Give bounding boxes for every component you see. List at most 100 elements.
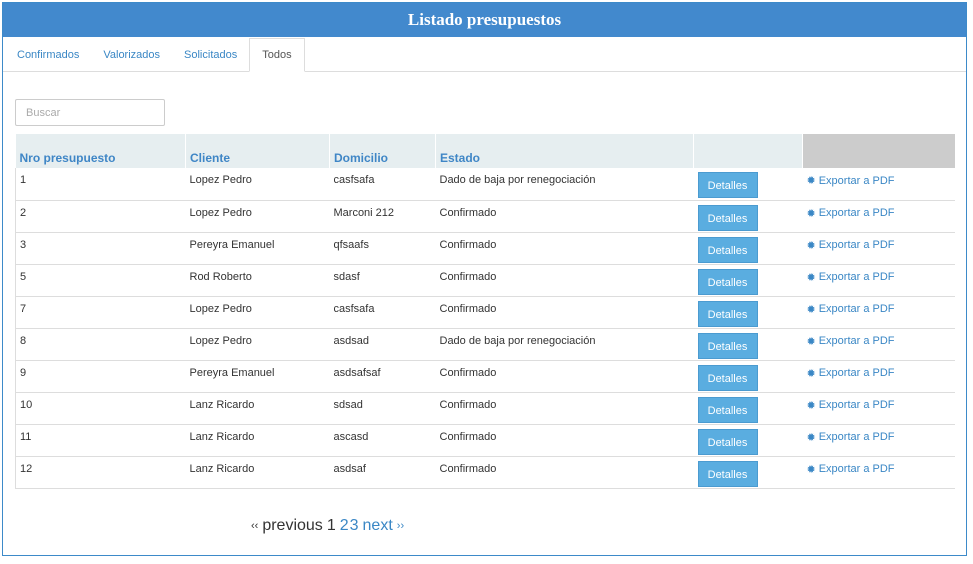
cell-estado: Confirmado xyxy=(435,360,694,393)
export-pdf-link[interactable]: ✹ Exportar a PDF xyxy=(806,174,895,188)
cell-domicilio: qfsaafs xyxy=(329,232,436,265)
cell-nro: 9 xyxy=(15,360,186,393)
export-pdf-label: Exportar a PDF xyxy=(818,463,895,475)
details-button[interactable]: Detalles xyxy=(697,204,758,231)
column-header-export xyxy=(802,134,955,168)
export-pdf-label: Exportar a PDF xyxy=(818,239,895,251)
next-arrow-icon[interactable]: ›› xyxy=(397,520,404,532)
presupuestos-table-wrap: Nro presupuesto Cliente Domicilio Estado… xyxy=(15,134,955,494)
cell-export: ✹ Exportar a PDF xyxy=(802,328,955,361)
panel-header: Listado presupuestos xyxy=(3,3,966,37)
export-pdf-link[interactable]: ✹ Exportar a PDF xyxy=(807,367,895,380)
export-pdf-label: Exportar a PDF xyxy=(818,271,895,283)
gear-icon: ✹ xyxy=(806,207,816,220)
cell-nro: 8 xyxy=(15,328,186,361)
tab-confirmados[interactable]: Confirmados xyxy=(5,38,91,71)
listado-panel: Listado presupuestos Confirmados Valoriz… xyxy=(2,2,967,556)
table-row: 1 Lopez Pedro casfsafa Dado de baja por … xyxy=(15,168,955,201)
cell-nro: 3 xyxy=(15,232,186,265)
cell-estado: Confirmado xyxy=(435,264,694,297)
details-button[interactable]: Detalles xyxy=(697,460,758,487)
export-pdf-label: Exportar a PDF xyxy=(818,303,895,315)
export-pdf-link[interactable]: ✹ Exportar a PDF xyxy=(807,207,895,220)
export-pdf-link[interactable]: ✹ Exportar a PDF xyxy=(807,335,895,348)
details-button[interactable]: Detalles xyxy=(697,268,758,295)
tab-todos[interactable]: Todos xyxy=(249,38,305,72)
cell-actions: Detalles xyxy=(693,200,803,233)
cell-export: ✹ Exportar a PDF xyxy=(802,264,955,297)
cell-actions: Detalles xyxy=(693,232,803,265)
gear-icon: ✹ xyxy=(806,431,816,444)
export-pdf-link[interactable]: ✹ Exportar a PDF xyxy=(807,463,895,476)
presupuestos-table: Nro presupuesto Cliente Domicilio Estado… xyxy=(15,134,955,489)
table-row: 2 Lopez Pedro Marconi 212 Confirmado Det… xyxy=(15,200,955,233)
export-pdf-label: Exportar a PDF xyxy=(818,367,895,379)
previous-arrow-icon[interactable]: ‹‹ xyxy=(251,520,258,532)
cell-estado: Confirmado xyxy=(435,232,694,265)
export-pdf-link[interactable]: ✹ Exportar a PDF xyxy=(807,303,895,316)
gear-icon: ✹ xyxy=(806,399,816,412)
search-input[interactable] xyxy=(15,99,165,126)
table-row: 10 Lanz Ricardo sdsad Confirmado Detalle… xyxy=(15,392,955,425)
column-header-domicilio: Domicilio xyxy=(329,134,436,168)
cell-export: ✹ Exportar a PDF xyxy=(802,232,955,265)
cell-cliente: Lopez Pedro xyxy=(185,168,330,201)
cell-domicilio: casfsafa xyxy=(329,296,436,329)
next-link[interactable]: next xyxy=(363,517,393,535)
cell-estado: Dado de baja por renegociación xyxy=(435,168,694,201)
cell-estado: Confirmado xyxy=(435,456,694,489)
gear-icon: ✹ xyxy=(806,367,816,380)
column-header-actions xyxy=(693,134,803,168)
page-title: Listado presupuestos xyxy=(407,10,562,29)
details-button[interactable]: Detalles xyxy=(697,428,758,455)
export-pdf-link[interactable]: ✹ Exportar a PDF xyxy=(807,271,895,284)
export-pdf-link[interactable]: ✹ Exportar a PDF xyxy=(807,239,895,252)
cell-actions: Detalles xyxy=(693,168,803,201)
cell-cliente: Lopez Pedro xyxy=(185,328,330,361)
cell-domicilio: asdsafsaf xyxy=(329,360,436,393)
column-header-estado: Estado xyxy=(435,134,694,168)
table-row: 11 Lanz Ricardo ascasd Confirmado Detall… xyxy=(15,424,955,457)
pagination: ‹‹ previous 1 2 3 next ›› xyxy=(251,517,408,535)
previous-link[interactable]: previous xyxy=(262,517,322,535)
tab-bar: Confirmados Valorizados Solicitados Todo… xyxy=(3,37,966,72)
cell-actions: Detalles xyxy=(693,328,803,361)
tab-solicitados[interactable]: Solicitados xyxy=(172,38,249,71)
cell-estado: Confirmado xyxy=(435,200,694,233)
details-button[interactable]: Detalles xyxy=(697,396,758,423)
tab-valorizados[interactable]: Valorizados xyxy=(91,38,172,71)
table-header-row: Nro presupuesto Cliente Domicilio Estado xyxy=(15,134,955,168)
table-row: 7 Lopez Pedro casfsafa Confirmado Detall… xyxy=(15,296,955,329)
cell-cliente: Lanz Ricardo xyxy=(185,392,330,425)
cell-actions: Detalles xyxy=(693,296,803,329)
page-1-link[interactable]: 1 xyxy=(327,517,336,535)
table-row: 5 Rod Roberto sdasf Confirmado Detalles … xyxy=(15,264,955,297)
cell-domicilio: casfsafa xyxy=(329,168,436,201)
page-2-link[interactable]: 2 xyxy=(340,517,349,535)
details-button[interactable]: Detalles xyxy=(697,300,758,327)
gear-icon: ✹ xyxy=(806,303,816,316)
table-row: 12 Lanz Ricardo asdsaf Confirmado Detall… xyxy=(15,456,955,489)
page-3-link[interactable]: 3 xyxy=(350,517,359,535)
export-pdf-link[interactable]: ✹ Exportar a PDF xyxy=(807,399,895,412)
cell-nro: 5 xyxy=(15,264,186,297)
export-pdf-link[interactable]: ✹ Exportar a PDF xyxy=(807,431,895,444)
cell-domicilio: ascasd xyxy=(329,424,436,457)
export-pdf-label: Exportar a PDF xyxy=(818,335,895,347)
cell-cliente: Lanz Ricardo xyxy=(185,456,330,489)
cell-export: ✹ Exportar a PDF xyxy=(802,296,955,329)
details-button[interactable]: Detalles xyxy=(697,236,758,263)
gear-icon: ✹ xyxy=(806,175,816,187)
export-pdf-label: Exportar a PDF xyxy=(818,431,895,443)
cell-nro: 12 xyxy=(15,456,186,489)
details-button[interactable]: Detalles xyxy=(697,364,758,391)
cell-actions: Detalles xyxy=(693,456,803,489)
cell-cliente: Rod Roberto xyxy=(185,264,330,297)
cell-export: ✹ Exportar a PDF xyxy=(802,168,955,201)
cell-nro: 10 xyxy=(15,392,186,425)
cell-domicilio: asdsaf xyxy=(329,456,436,489)
details-button[interactable]: Detalles xyxy=(697,332,758,359)
cell-domicilio: Marconi 212 xyxy=(329,200,436,233)
details-button[interactable]: Detalles xyxy=(697,172,758,198)
cell-estado: Confirmado xyxy=(435,424,694,457)
